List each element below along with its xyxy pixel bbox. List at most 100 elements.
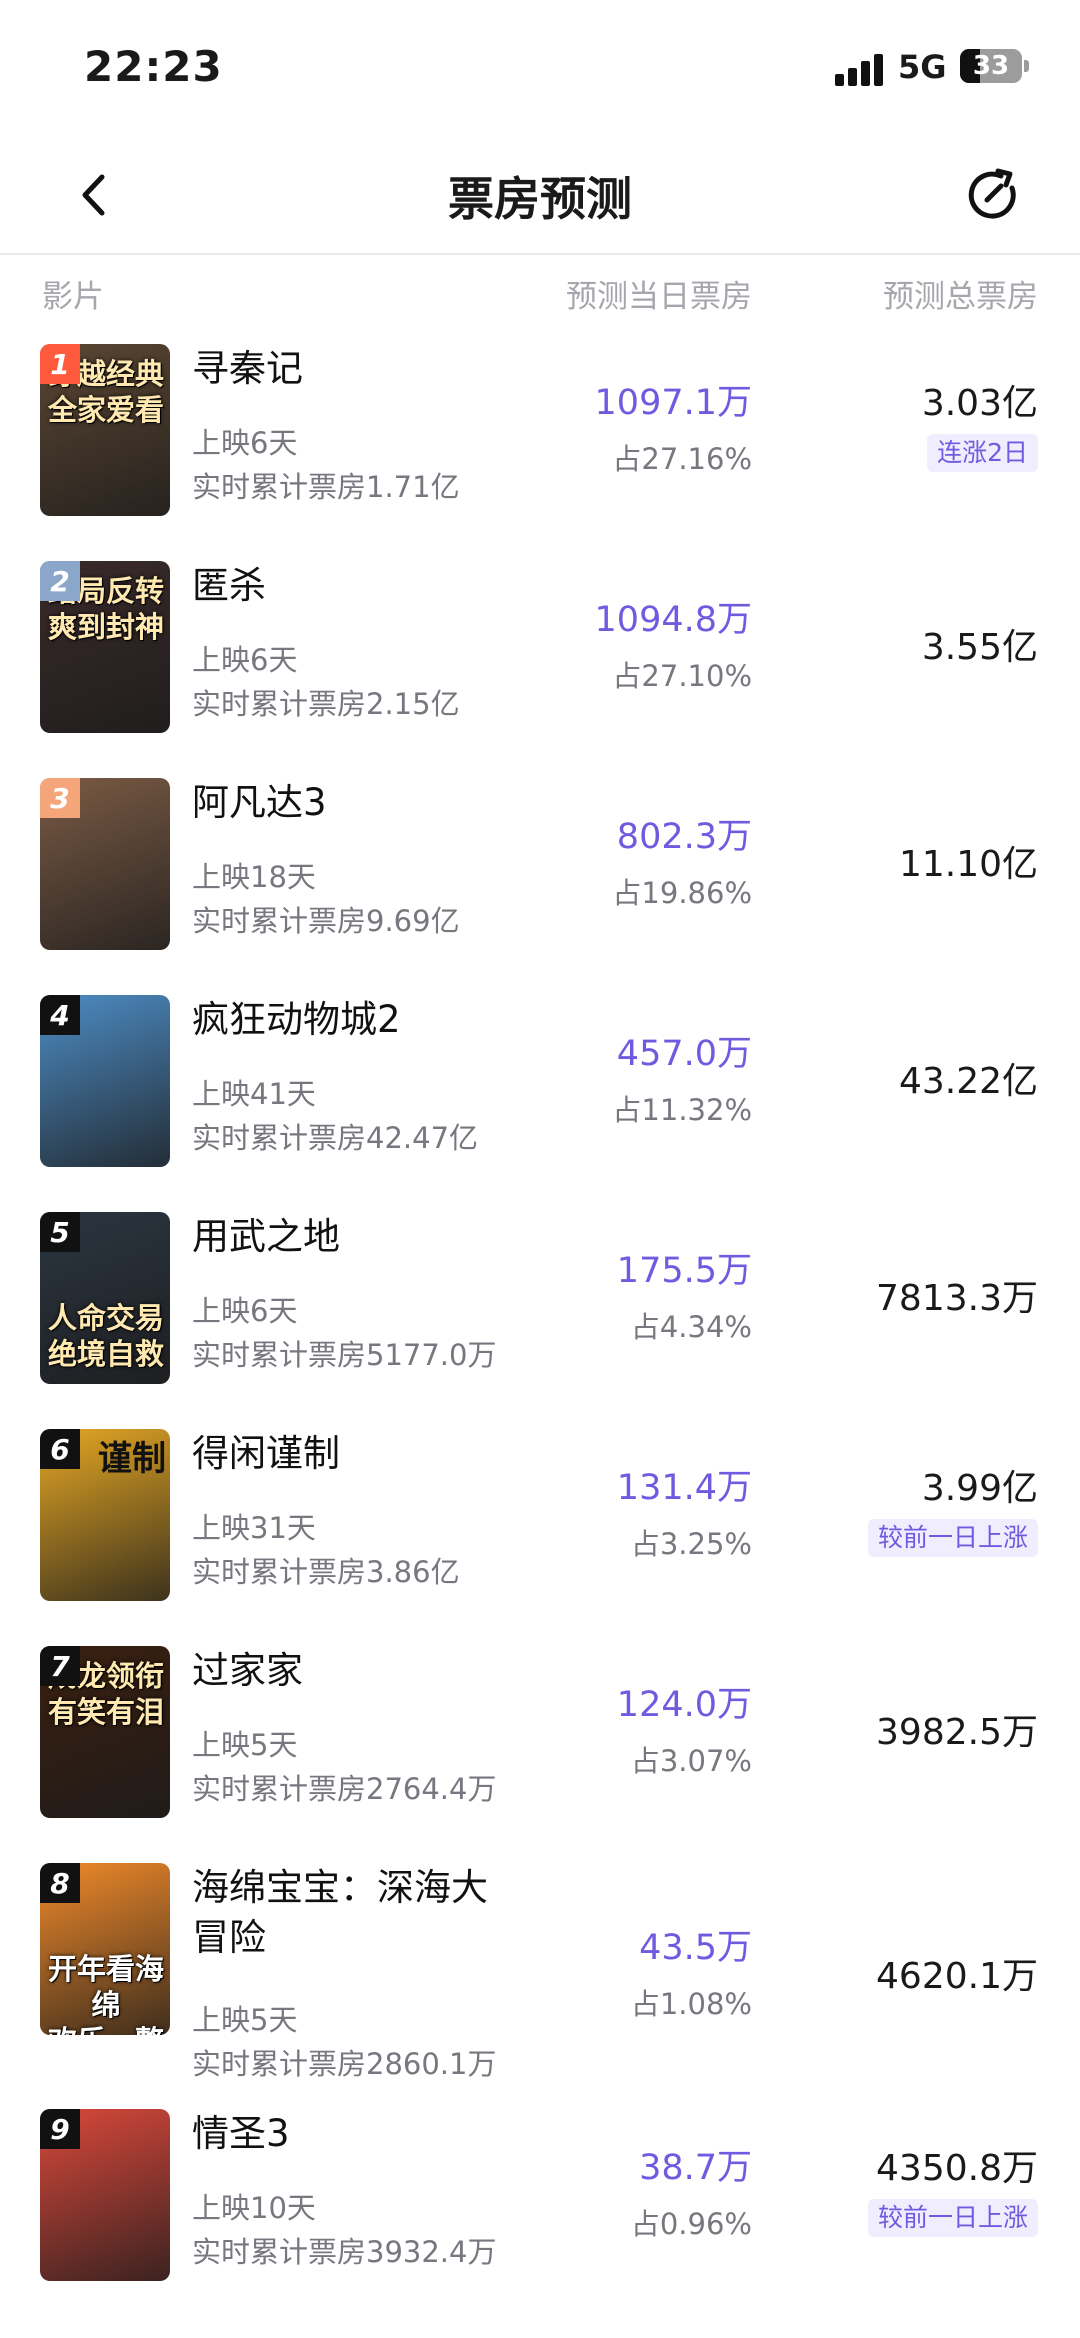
rank-badge: 8	[40, 1863, 80, 1903]
battery-level: 33	[972, 51, 1010, 81]
movie-row[interactable]: 4 疯狂动物城2 上映41天实时累计票房42.47亿 457.0万占11.32% 43.…	[0, 989, 1080, 1199]
movie-row[interactable]: 3 阿凡达3 上映18天实时累计票房9.69亿 802.3万占19.86% 11.10亿	[0, 772, 1080, 982]
share-percent: 占1.08%	[630, 1987, 752, 2021]
share-percent: 占27.16%	[612, 442, 752, 476]
rank-badge: 1	[40, 344, 80, 384]
movie-row[interactable]: 开年看海绵 欢乐一整年 8 海绵宝宝：深海大冒险上映5天实时累计票房2860.1万 4…	[0, 1857, 1080, 2081]
rank-badge: 4	[40, 995, 80, 1035]
share-percent: 占3.07%	[630, 1744, 752, 1778]
predicted-day-box-office: 38.7万	[639, 2148, 752, 2188]
realtime-total: 实时累计票房2764.4万	[192, 1772, 497, 1806]
refresh-icon	[968, 168, 1016, 219]
poster-caption: 开年看海绵 欢乐一整年	[47, 1952, 164, 2035]
realtime-total: 实时累计票房9.69亿	[192, 904, 460, 938]
realtime-total: 实时累计票房5177.0万	[192, 1338, 497, 1372]
share-percent: 占19.86%	[612, 876, 752, 910]
release-days: 上映6天	[192, 643, 298, 677]
movie-poster[interactable]: 9	[40, 2109, 170, 2281]
battery-tip	[1024, 60, 1029, 72]
rank-badge: 9	[40, 2109, 80, 2149]
predicted-total-box-office: 4350.8万	[876, 2148, 1038, 2189]
movie-row[interactable]: 结局反转 爽到封神 2 匿杀上映6天实时累计票房2.15亿 1094.8万占27.10…	[0, 555, 1080, 765]
movie-title[interactable]: 寻秦记	[192, 344, 492, 394]
release-days: 上映41天	[192, 1077, 316, 1111]
share-percent: 占4.34%	[630, 1310, 752, 1344]
release-days: 上映10天	[192, 2191, 316, 2225]
rank-badge: 5	[40, 1212, 80, 1252]
realtime-total: 实时累计票房2860.1万	[192, 2047, 497, 2081]
movie-row[interactable]: 谨制 6 得闲谨制上映31天实时累计票房3.86亿 131.4万占3.25% 3.99亿…	[0, 1423, 1080, 1633]
movie-poster[interactable]: 人命交易 绝境自救 5	[40, 1212, 170, 1384]
release-days: 上映5天	[192, 1728, 298, 1762]
column-pred-total: 预测总票房	[883, 279, 1038, 315]
release-days: 上映31天	[192, 1511, 316, 1545]
movie-title[interactable]: 阿凡达3	[192, 778, 492, 828]
rank-badge: 7	[40, 1646, 80, 1686]
predicted-day-box-office: 802.3万	[616, 817, 752, 857]
share-percent: 占11.32%	[612, 1093, 752, 1127]
rank-badge: 3	[40, 778, 80, 818]
status-time: 22:23	[84, 42, 223, 91]
movie-poster[interactable]: 穿越经典 全家爱看 1	[40, 344, 170, 516]
movie-title[interactable]: 海绵宝宝：深海大冒险	[192, 1863, 492, 1963]
movie-title[interactable]: 匿杀	[192, 561, 492, 611]
battery-icon: 33	[960, 49, 1022, 83]
movie-title[interactable]: 用武之地	[192, 1212, 492, 1262]
trend-tag: 较前一日上涨	[867, 1519, 1038, 1557]
movie-title[interactable]: 疯狂动物城2	[192, 995, 492, 1045]
trend-tag: 连涨2日	[927, 434, 1038, 472]
predicted-day-box-office: 175.5万	[616, 1251, 752, 1291]
signal-icon	[835, 52, 887, 86]
movie-poster[interactable]: 3	[40, 778, 170, 950]
rank-badge: 2	[40, 561, 80, 601]
movie-row[interactable]: 人命交易 绝境自救 5 用武之地上映6天实时累计票房5177.0万 175.5万占4.…	[0, 1206, 1080, 1416]
predicted-day-box-office: 1094.8万	[594, 600, 752, 640]
realtime-total: 实时累计票房42.47亿	[192, 1121, 479, 1155]
predicted-total-box-office: 3982.5万	[876, 1712, 1038, 1753]
predicted-total-box-office: 3.55亿	[921, 627, 1038, 668]
column-film: 影片	[42, 279, 104, 315]
realtime-total: 实时累计票房3932.4万	[192, 2235, 497, 2269]
predicted-day-box-office: 43.5万	[639, 1928, 752, 1968]
column-pred-day: 预测当日票房	[566, 279, 752, 315]
realtime-total: 实时累计票房3.86亿	[192, 1555, 460, 1589]
movie-row[interactable]: 穿越经典 全家爱看 1 寻秦记 上映6天 实时累计票房1.71亿 1097.1万 占27.1…	[0, 338, 1080, 548]
realtime-total: 实时累计票房2.15亿	[192, 687, 460, 721]
predicted-total-box-office: 43.22亿	[898, 1061, 1038, 1102]
movie-row[interactable]: 9 情圣3 上映10天实时累计票房3932.4万 38.7万占0.96% 4350.8万…	[0, 2103, 1080, 2313]
predicted-day-box-office: 1097.1万	[594, 383, 752, 423]
refresh-button[interactable]	[962, 163, 1026, 227]
movie-title[interactable]: 情圣3	[192, 2109, 492, 2159]
realtime-total: 实时累计票房1.71亿	[192, 470, 460, 504]
release-days: 上映6天	[192, 1294, 298, 1328]
predicted-day-box-office: 131.4万	[616, 1468, 752, 1508]
predicted-total-box-office: 11.10亿	[898, 844, 1038, 885]
movie-poster[interactable]: 谨制 6	[40, 1429, 170, 1601]
movie-title[interactable]: 得闲谨制	[192, 1429, 492, 1479]
movie-row[interactable]: 成龙领衔 有笑有泪 7 过家家上映5天实时累计票房2764.4万 124.0万占3.0…	[0, 1640, 1080, 1850]
movie-poster[interactable]: 开年看海绵 欢乐一整年 8	[40, 1863, 170, 2035]
predicted-day-box-office: 124.0万	[616, 1685, 752, 1725]
predicted-day-box-office: 457.0万	[616, 1034, 752, 1074]
predicted-total-box-office: 7813.3万	[876, 1278, 1038, 1319]
predicted-total-box-office: 3.03亿	[921, 383, 1038, 424]
status-bar: 22:23 5G 33	[0, 0, 1080, 135]
share-percent: 占0.96%	[630, 2207, 752, 2241]
network-label: 5G	[898, 48, 947, 86]
release-days: 上映5天	[192, 2003, 298, 2037]
predicted-total-box-office: 4620.1万	[876, 1956, 1038, 1997]
share-percent: 占3.25%	[630, 1527, 752, 1561]
column-header: 影片 预测当日票房 预测总票房	[0, 255, 1080, 335]
movie-poster[interactable]: 成龙领衔 有笑有泪 7	[40, 1646, 170, 1818]
share-percent: 占27.10%	[612, 659, 752, 693]
movie-title[interactable]: 过家家	[192, 1646, 492, 1696]
rank-badge: 6	[40, 1429, 80, 1469]
page-title: 票房预测	[448, 172, 632, 226]
movie-poster[interactable]: 结局反转 爽到封神 2	[40, 561, 170, 733]
trend-tag: 较前一日上涨	[867, 2199, 1038, 2237]
movie-poster[interactable]: 4	[40, 995, 170, 1167]
predicted-total-box-office: 3.99亿	[921, 1468, 1038, 1509]
nav-bar: 票房预测	[0, 135, 1080, 255]
poster-caption: 人命交易 绝境自救	[47, 1301, 164, 1371]
release-days: 上映18天	[192, 860, 316, 894]
